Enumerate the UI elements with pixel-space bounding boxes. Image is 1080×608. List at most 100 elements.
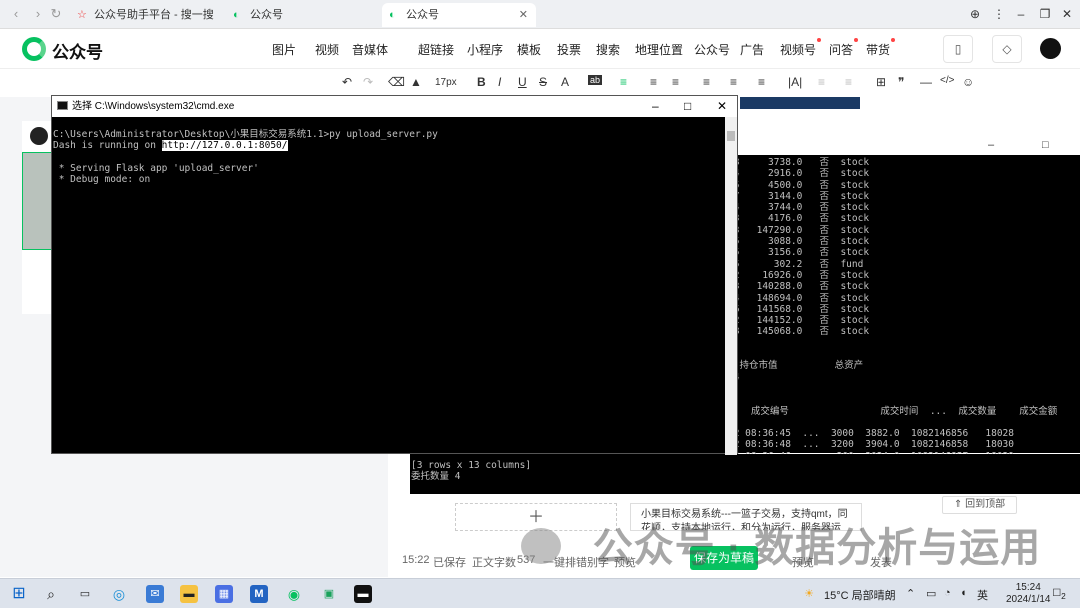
close-tab-icon[interactable]: ✕ (519, 3, 528, 27)
cmd-scrollbar[interactable] (725, 117, 737, 455)
tab-gzh-2[interactable]: ◐ 公众号 ✕ (382, 3, 536, 27)
wechat-icon[interactable]: ◉ (285, 585, 303, 603)
mail-icon[interactable]: ✉ (146, 585, 164, 603)
maximize-icon[interactable]: ❐ (1036, 5, 1054, 23)
menu-label: 问答 (829, 43, 854, 57)
format-brush-icon[interactable]: ▲ (410, 75, 422, 89)
font-size-select[interactable]: 17px (435, 77, 457, 88)
summary-line: [3 rows x 13 columns] (411, 460, 532, 471)
minimize-icon[interactable]: – (652, 96, 659, 117)
menu-image[interactable]: 图片 (272, 41, 296, 58)
weather-icon: ☀ (804, 588, 814, 600)
clock[interactable]: 15:24 2024/1/14 (1006, 582, 1051, 606)
tray-arrow-icon[interactable]: ⌃ (906, 587, 915, 600)
tab-label: 公众号助手平台 - 搜一搜 (94, 9, 214, 21)
search-icon[interactable]: ⌕ (42, 585, 60, 603)
highlight-icon[interactable]: ab (588, 75, 603, 85)
reload-icon[interactable]: ↻ (48, 6, 64, 22)
bold-button[interactable]: B (477, 75, 486, 89)
italic-button[interactable]: I (498, 75, 501, 89)
network-icon[interactable]: ▭ (926, 587, 936, 600)
menu-location[interactable]: 地理位置 (635, 41, 683, 58)
gzh-icon: ◐ (389, 9, 396, 21)
redo-icon[interactable]: ↷ (363, 75, 373, 89)
app-m-icon[interactable]: M (250, 585, 268, 603)
tab-label: 公众号 (406, 9, 439, 21)
shield-icon[interactable]: ◇ (992, 35, 1022, 63)
divider-icon[interactable]: — (920, 75, 932, 89)
tab-label: 公众号 (250, 9, 283, 21)
scroll-thumb[interactable] (727, 131, 735, 141)
menu-channels[interactable]: 视频号 (780, 38, 822, 58)
list-icon[interactable]: ≡ (758, 75, 765, 89)
menu-link[interactable]: 超链接 (418, 41, 454, 58)
store-icon[interactable]: ▦ (215, 585, 233, 603)
spacing-icon[interactable]: ≡ (703, 75, 710, 89)
console-2-output: 08 3738.0 否 stock 04 2916.0 否 stock 75 4… (728, 157, 1058, 462)
menu-label: 带货 (866, 43, 891, 57)
table-icon[interactable]: ⊞ (876, 75, 886, 89)
ime-indicator[interactable]: 英 (977, 587, 988, 603)
badge-dot (891, 38, 896, 42)
tab-gzh-1[interactable]: ◐ 公众号 (226, 3, 381, 27)
badge-dot (854, 38, 859, 42)
weather-text[interactable]: 15°C 局部晴朗 (824, 587, 896, 603)
maximize-icon[interactable]: □ (684, 96, 691, 117)
menu-gzh[interactable]: 公众号 (694, 41, 730, 58)
cmd-window[interactable]: 选择 C:\Windows\system32\cmd.exe – □ ✕ C:\… (51, 95, 738, 455)
menu-template[interactable]: 模板 (517, 41, 541, 58)
maximize-icon[interactable]: □ (1042, 139, 1049, 151)
phone-preview-icon[interactable]: ▯ (943, 35, 973, 63)
undo-icon[interactable]: ↶ (342, 75, 352, 89)
menu-vote[interactable]: 投票 (557, 41, 581, 58)
close-window-icon[interactable]: ✕ (1058, 5, 1076, 23)
more-icon[interactable]: ⋮ (990, 5, 1008, 23)
code-icon[interactable]: </> (940, 75, 954, 86)
file-explorer-icon[interactable]: ▬ (180, 585, 198, 603)
emoji-icon[interactable]: ☺ (962, 75, 974, 89)
strike-button[interactable]: S (539, 75, 547, 89)
menu-goods[interactable]: 带货 (866, 38, 896, 58)
menu-miniprogram[interactable]: 小程序 (467, 41, 503, 58)
quote-icon[interactable]: ❞ (898, 75, 904, 89)
letter-spacing-icon[interactable]: |A| (788, 75, 802, 89)
minimize-icon[interactable]: – (988, 139, 994, 151)
volume-icon[interactable]: ◖ (960, 587, 967, 599)
line-height-icon[interactable]: ≡ (730, 75, 737, 89)
cmd-output: C:\Users\Administrator\Desktop\小果目标交易系统1… (52, 117, 726, 455)
windows-start-icon[interactable]: ⊞ (10, 585, 28, 603)
brand-title: 公众号 (52, 43, 103, 62)
font-color-button[interactable]: A (561, 75, 569, 89)
tab-sousou[interactable]: ☆ 公众号助手平台 - 搜一搜 (70, 3, 225, 27)
indent-more-icon[interactable]: ≡ (845, 75, 852, 89)
console-window-2[interactable]: – □ 08 3738.0 否 stock 04 2916.0 否 stock … (728, 137, 1080, 462)
forward-icon[interactable]: › (30, 6, 46, 22)
cmd-line: C:\Users\Administrator\Desktop\小果目标交易系统1… (53, 129, 438, 140)
minimize-icon[interactable]: – (1012, 5, 1030, 23)
save-time: 15:22 (402, 554, 430, 566)
align-left-icon[interactable]: ≡ (620, 75, 627, 89)
list-ordered-icon[interactable]: ≡ (818, 75, 825, 89)
edge-icon[interactable]: ◎ (110, 585, 128, 603)
cmd-url-selection[interactable]: http://127.0.0.1:8050/ (161, 140, 288, 152)
notification-icon[interactable]: ☐2 (1050, 585, 1068, 603)
terminal-green-icon[interactable]: ▣ (320, 585, 338, 603)
back-icon[interactable]: ‹ (8, 6, 24, 22)
cmd-taskbar-icon[interactable]: ▬ (354, 585, 372, 603)
eraser-icon[interactable]: ⌫ (388, 75, 405, 89)
avatar[interactable] (1040, 38, 1061, 59)
align-center-icon[interactable]: ≡ (672, 75, 679, 89)
task-view-icon[interactable]: ▭ (76, 585, 94, 603)
close-icon[interactable]: ✕ (717, 96, 727, 117)
menu-media[interactable]: 音媒体 (352, 41, 388, 58)
menu-search[interactable]: 搜索 (596, 41, 620, 58)
menu-qa[interactable]: 问答 (829, 38, 859, 58)
wifi-icon[interactable]: ◔ (944, 587, 951, 599)
menu-video[interactable]: 视频 (315, 41, 339, 58)
badge-dot (817, 38, 822, 42)
menu-ads[interactable]: 广告 (740, 41, 764, 58)
underline-button[interactable]: U (518, 75, 527, 89)
indent-icon[interactable]: ≡ (650, 75, 657, 89)
back-to-top-button[interactable]: ⇑ 回到顶部 (942, 496, 1017, 514)
globe-icon[interactable]: ⊕ (966, 5, 984, 23)
